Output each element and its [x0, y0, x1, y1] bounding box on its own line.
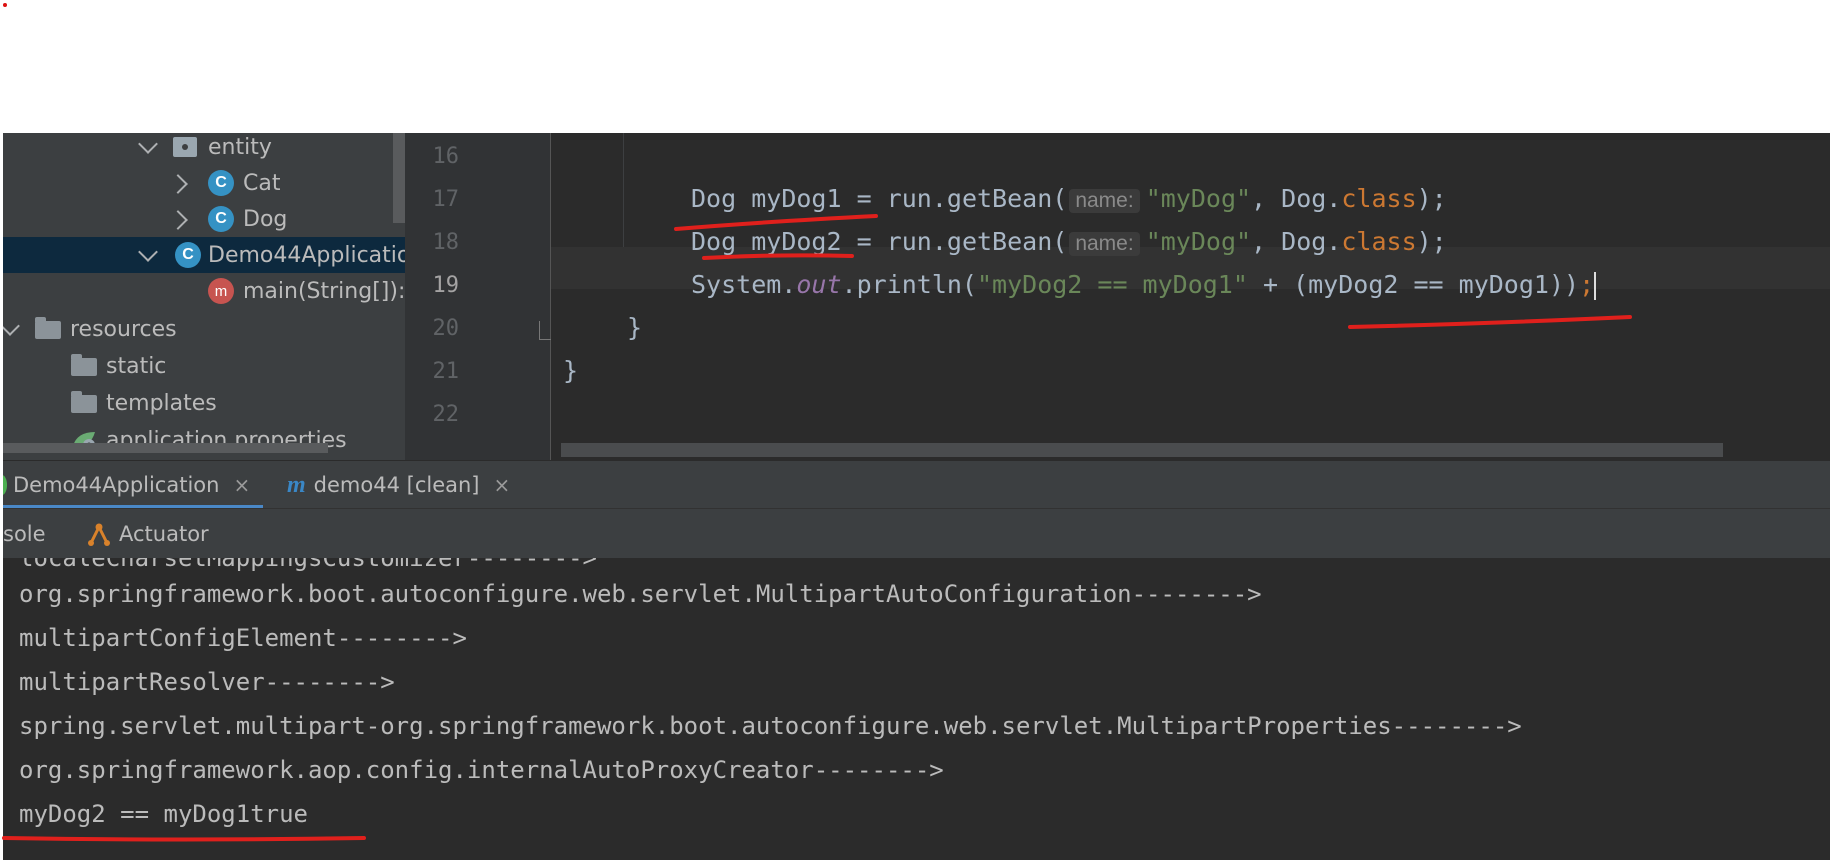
string-literal: "myDog"	[1145, 184, 1252, 213]
tree-vertical-scrollbar[interactable]	[393, 133, 405, 223]
console-subtabs: sole Actuator	[3, 508, 1830, 559]
project-tree: entity C Cat C Dog C Demo44Application m…	[3, 133, 405, 460]
code-token: .println(	[841, 270, 977, 299]
code-token: + (myDog2 == myDog1))	[1247, 270, 1580, 299]
console-line: multipartResolver-------->	[19, 668, 395, 696]
code-editor[interactable]: Dog myDog1 = run.getBean(name: "myDog", D…	[551, 133, 1830, 460]
method-icon: m	[208, 278, 234, 304]
line-number: 21	[432, 359, 460, 384]
ide-window: entity C Cat C Dog C Demo44Application m…	[3, 133, 1830, 860]
chevron-down-icon[interactable]	[138, 134, 158, 154]
line-number: 20	[432, 316, 460, 341]
parameter-hint: name:	[1069, 189, 1140, 213]
static-field: out	[796, 270, 842, 299]
console-line-result: myDog2 == myDog1true	[19, 800, 308, 828]
tree-item-label: Dog	[243, 206, 288, 232]
maven-icon: m	[287, 471, 306, 498]
string-literal: "myDog"	[1145, 227, 1252, 256]
tree-item-demo44application[interactable]: C Demo44Application	[3, 237, 405, 273]
code-line-17[interactable]: Dog myDog1 = run.getBean(name: "myDog", D…	[691, 184, 1447, 213]
tree-item-label: entity	[208, 134, 272, 160]
console-line: org.springframework.aop.config.internalA…	[19, 756, 944, 784]
keyword: class	[1341, 184, 1417, 213]
tab-demo44application[interactable]: Demo44Application ×	[3, 461, 263, 509]
tree-horizontal-scrollbar[interactable]	[3, 443, 328, 453]
code-token: );	[1416, 184, 1447, 213]
tree-item-static[interactable]: static	[3, 348, 405, 384]
chevron-down-icon[interactable]	[138, 242, 158, 262]
resources-folder-icon	[35, 317, 61, 339]
tree-item-templates[interactable]: templates	[3, 385, 405, 421]
tab-demo44-clean[interactable]: m demo44 [clean] ×	[287, 461, 510, 509]
code-token: System.	[691, 270, 797, 299]
indent-guide	[623, 133, 624, 247]
tab-actuator[interactable]: Actuator	[87, 509, 209, 559]
tree-item-resources[interactable]: resources	[3, 311, 405, 347]
package-icon	[173, 137, 197, 157]
tree-item-label: resources	[70, 316, 177, 342]
code-line-21[interactable]: }	[563, 356, 578, 385]
tree-item-label: main(String[]):vc	[243, 278, 405, 304]
code-token: Dog	[691, 227, 737, 256]
parameter-hint: name:	[1069, 232, 1140, 256]
tree-item-dog[interactable]: C Dog	[3, 201, 405, 237]
folder-icon	[71, 354, 97, 376]
chevron-right-icon[interactable]	[168, 174, 188, 194]
tab-label: Actuator	[119, 522, 209, 546]
class-icon: C	[208, 206, 234, 232]
line-number: 22	[432, 402, 460, 427]
keyword: class	[1341, 227, 1417, 256]
text-caret	[1594, 272, 1597, 300]
close-icon[interactable]: ×	[233, 473, 250, 497]
tree-item-cat[interactable]: C Cat	[3, 165, 405, 201]
code-token: = run.getBean(	[841, 184, 1068, 213]
chevron-right-icon[interactable]	[168, 210, 188, 230]
folder-icon	[71, 391, 97, 413]
tree-item-label: static	[106, 353, 167, 379]
editor-gutter: 16 17 18 19 20 21 22	[405, 133, 557, 460]
code-token: , Dog.	[1251, 184, 1342, 213]
actuator-icon	[88, 523, 110, 546]
code-token: Dog	[691, 184, 737, 213]
tab-label: sole	[3, 522, 46, 546]
console-line: multipartConfigElement-------->	[19, 624, 467, 652]
chevron-down-icon[interactable]	[3, 316, 20, 336]
console-output[interactable]: localeCharsetMappingsCustomizer-------->…	[3, 558, 1830, 860]
tree-item-label: Demo44Application	[208, 242, 405, 268]
console-line: org.springframework.boot.autoconfigure.w…	[19, 580, 1262, 608]
tab-label: Demo44Application	[13, 473, 220, 497]
code-token: = run.getBean(	[841, 227, 1068, 256]
line-number: 17	[432, 187, 460, 212]
line-number: 18	[432, 230, 460, 255]
tab-label: demo44 [clean]	[313, 473, 480, 497]
code-token: myDog1	[751, 184, 842, 213]
run-tool-window-tabs: Demo44Application × m demo44 [clean] ×	[3, 460, 1830, 509]
semicolon: ;	[1579, 270, 1595, 299]
tree-item-label: templates	[106, 390, 217, 416]
code-line-20[interactable]: }	[627, 313, 642, 342]
tree-item-entity[interactable]: entity	[3, 133, 405, 165]
class-icon: C	[208, 170, 234, 196]
red-dot-mark	[3, 3, 7, 7]
line-number: 16	[432, 144, 460, 169]
code-token: , Dog.	[1251, 227, 1342, 256]
editor-horizontal-scrollbar[interactable]	[561, 443, 1723, 457]
code-line-19[interactable]: System.out.println("myDog2 == myDog1" + …	[691, 270, 1597, 300]
tree-item-main-method[interactable]: m main(String[]):vc	[3, 273, 405, 309]
tree-item-label: Cat	[243, 170, 281, 196]
spring-boot-class-icon: C	[175, 242, 201, 268]
code-line-18[interactable]: Dog myDog2 = run.getBean(name: "myDog", D…	[691, 227, 1447, 256]
line-number-current: 19	[432, 273, 460, 298]
string-literal: "myDog2 == myDog1"	[976, 270, 1248, 299]
code-token: );	[1416, 227, 1447, 256]
console-line: localeCharsetMappingsCustomizer-------->	[19, 558, 597, 572]
tab-console[interactable]: sole	[3, 509, 46, 559]
close-icon[interactable]: ×	[494, 473, 511, 497]
code-token: myDog2	[751, 227, 842, 256]
console-line: spring.servlet.multipart-org.springframe…	[19, 712, 1522, 740]
run-config-icon	[3, 475, 7, 495]
